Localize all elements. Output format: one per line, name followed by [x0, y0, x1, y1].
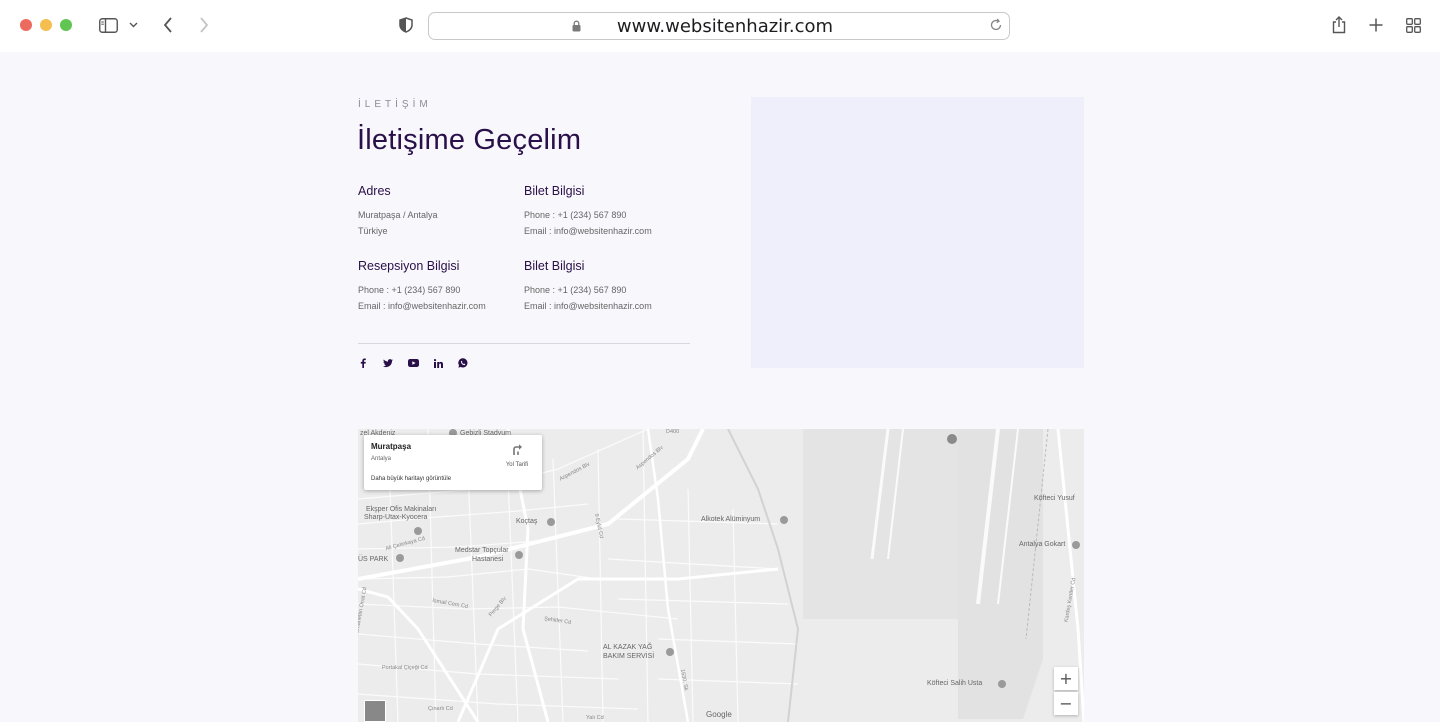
larger-map-link[interactable]: Daha büyük haritayı görüntüle	[371, 476, 451, 482]
chevron-down-icon	[129, 22, 137, 28]
zoom-window-button[interactable]	[60, 19, 72, 31]
ticket-info-block-2: Bilet Bilgisi Phone : +1 (234) 567 890 E…	[524, 259, 694, 314]
phone-line[interactable]: Phone : +1 (234) 567 890	[524, 282, 694, 298]
directions-label: Yol Tarifi	[505, 462, 529, 468]
section-eyebrow: İLETİŞİM	[358, 99, 432, 110]
facebook-icon	[360, 358, 366, 368]
map-label: Antalya Gokart	[1019, 541, 1066, 548]
whatsapp-icon	[458, 358, 468, 368]
place-card: Muratpaşa Antalya Daha büyük haritayı gö…	[364, 435, 542, 490]
tab-overview-button[interactable]	[1404, 14, 1422, 36]
page-title: İletişime Geçelim	[357, 124, 582, 156]
satellite-toggle[interactable]	[364, 700, 386, 722]
email-line[interactable]: Email : info@websitenhazir.com	[358, 298, 528, 314]
social-links	[357, 357, 469, 369]
url-text: www.websitenhazir.com	[616, 16, 834, 37]
contact-image-placeholder	[751, 97, 1084, 368]
linkedin-link[interactable]	[432, 357, 444, 369]
ticket-info-block: Bilet Bilgisi Phone : +1 (234) 567 890 E…	[524, 184, 694, 239]
reception-info-block: Resepsiyon Bilgisi Phone : +1 (234) 567 …	[358, 259, 528, 314]
place-subtitle: Antalya	[371, 456, 392, 462]
linkedin-icon	[433, 358, 443, 368]
map-label: Sharp-Utax-Kyocera	[364, 514, 428, 521]
divider	[358, 343, 690, 344]
place-title: Muratpaşa	[371, 442, 412, 451]
street-label: Yalı Cd	[586, 715, 604, 721]
map-label: BAKIM SERVİSİ	[603, 653, 655, 660]
google-logo: Google	[706, 710, 732, 719]
youtube-link[interactable]	[407, 357, 419, 369]
address-block: Adres Muratpaşa / Antalya Türkiye	[358, 184, 528, 239]
browser-toolbar: www.websitenhazir.com	[0, 0, 1440, 52]
facebook-link[interactable]	[357, 357, 369, 369]
new-tab-button[interactable]	[1367, 14, 1385, 36]
forward-button[interactable]	[196, 14, 212, 36]
map-embed[interactable]: zel Akdeniz Gebizli Stadyum Ekşper Ofis …	[358, 429, 1084, 722]
address-bar[interactable]: www.websitenhazir.com	[428, 12, 1010, 40]
phone-line[interactable]: Phone : +1 (234) 567 890	[358, 282, 528, 298]
twitter-link[interactable]	[382, 357, 394, 369]
map-label: Köfteci Yusuf	[1034, 495, 1075, 502]
back-button[interactable]	[160, 14, 176, 36]
minimize-window-button[interactable]	[40, 19, 52, 31]
zoom-in-button[interactable]: +	[1054, 667, 1078, 690]
directions-button[interactable]: Yol Tarifi	[502, 442, 532, 468]
map-label: Ekşper Ofis Makinaları	[366, 506, 437, 513]
chevron-right-icon	[200, 17, 209, 33]
email-line[interactable]: Email : info@websitenhazir.com	[524, 298, 694, 314]
grid-icon	[1405, 17, 1421, 33]
email-line[interactable]: Email : info@websitenhazir.com	[524, 223, 694, 239]
street-label: D400	[666, 429, 680, 435]
sidebar-toggle-button[interactable]	[98, 14, 118, 36]
map-label: Medstar Topçular	[455, 547, 509, 554]
sidebar-menu-button[interactable]	[127, 14, 139, 36]
street-label: Portakal Çiçeği Cd	[382, 665, 428, 671]
map-label: Alkotek Alüminyum	[701, 516, 761, 523]
map-label: Köfteci Salih Usta	[927, 680, 983, 687]
block-title: Resepsiyon Bilgisi	[358, 259, 460, 273]
block-line: Türkiye	[358, 226, 388, 236]
twitter-icon	[383, 358, 393, 367]
share-button[interactable]	[1330, 14, 1348, 36]
chevron-left-icon	[163, 17, 172, 33]
block-title: Bilet Bilgisi	[524, 259, 585, 273]
map-label: AL KAZAK YAĞ	[603, 644, 653, 651]
directions-icon	[513, 444, 522, 455]
youtube-icon	[407, 359, 419, 367]
shield-icon	[399, 17, 413, 33]
phone-line[interactable]: Phone : +1 (234) 567 890	[524, 207, 694, 223]
zoom-out-button[interactable]: −	[1054, 692, 1078, 715]
privacy-report-button[interactable]	[397, 14, 415, 36]
block-title: Bilet Bilgisi	[524, 184, 585, 198]
whatsapp-link[interactable]	[457, 357, 469, 369]
map-label: Koçtaş	[516, 518, 538, 525]
plus-icon	[1369, 18, 1383, 32]
share-icon	[1332, 16, 1346, 34]
reload-icon[interactable]	[989, 18, 1003, 32]
map-label: Hastanesi	[472, 556, 504, 563]
block-title: Adres	[358, 184, 391, 198]
street-label: Çınarlı Cd	[428, 706, 453, 712]
map-label: ÜS PARK	[358, 556, 389, 563]
close-window-button[interactable]	[20, 19, 32, 31]
sidebar-icon	[98, 17, 118, 33]
block-line: Muratpaşa / Antalya	[358, 210, 438, 220]
